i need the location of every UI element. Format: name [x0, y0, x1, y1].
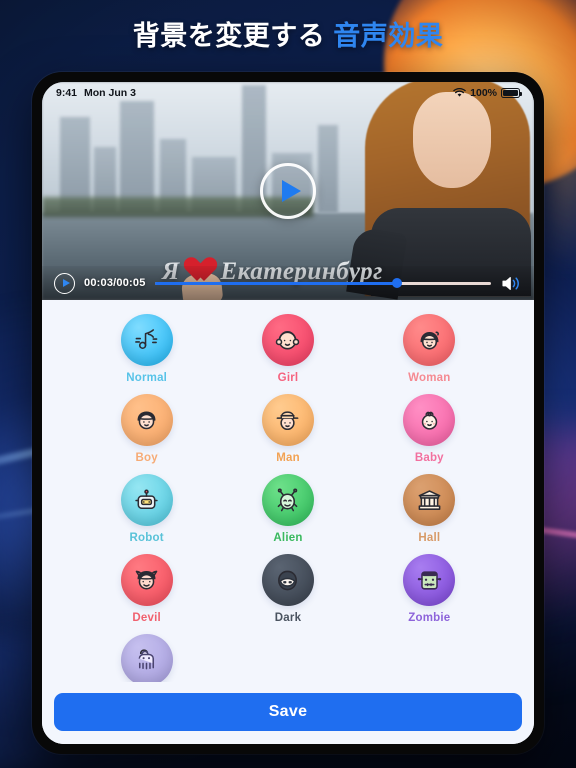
effect-item-baby[interactable]: Baby: [359, 394, 500, 464]
effect-label: Girl: [277, 372, 299, 384]
effect-label: Hall: [418, 532, 441, 544]
man-hat-icon[interactable]: [261, 394, 314, 446]
save-bar: Save: [42, 682, 534, 744]
effect-label: Normal: [126, 372, 168, 384]
effect-item-alien[interactable]: Alien: [217, 474, 358, 544]
play-icon[interactable]: [54, 272, 75, 294]
status-bar-left: 9:41 Mon Jun 3: [56, 87, 136, 99]
effect-label: Zombie: [408, 612, 451, 624]
video-time-label: 00:03/00:05: [84, 277, 146, 289]
effect-item-man[interactable]: Man: [217, 394, 358, 464]
effect-item-woman[interactable]: Woman: [359, 314, 500, 384]
battery-full-icon: [501, 88, 522, 98]
effect-label: Dark: [274, 612, 302, 624]
seek-fill: [154, 282, 397, 285]
save-button[interactable]: Save: [54, 693, 522, 731]
effect-item-robot[interactable]: Robot: [76, 474, 217, 544]
effect-label: Alien: [273, 532, 303, 544]
page-title: 背景を変更する 音声効果: [0, 14, 576, 53]
boy-face-icon[interactable]: [120, 394, 173, 446]
effect-label: Woman: [408, 372, 451, 384]
woman-face-icon[interactable]: [403, 314, 456, 366]
status-date: Mon Jun 3: [84, 87, 136, 99]
effect-label: Robot: [129, 532, 164, 544]
effect-item-dark[interactable]: Dark: [217, 554, 358, 624]
girl-face-icon[interactable]: [261, 314, 314, 366]
status-time: 9:41: [56, 87, 78, 99]
devil-face-icon[interactable]: [120, 554, 173, 606]
effect-item-zombie[interactable]: Zombie: [359, 554, 500, 624]
effect-label: Devil: [132, 612, 161, 624]
effect-item-girl[interactable]: Girl: [217, 314, 358, 384]
effect-item-devil[interactable]: Devil: [76, 554, 217, 624]
status-bar-right: 100%: [453, 87, 522, 99]
video-preview[interactable]: Я Екатеринбург 9:41 Mon Jun 3 100%: [42, 82, 534, 300]
device-screen: Я Екатеринбург 9:41 Mon Jun 3 100%: [42, 82, 534, 744]
video-building: [120, 100, 154, 213]
wifi-icon: [453, 88, 466, 97]
play-triangle: [281, 180, 301, 202]
voice-effects-panel: Normal Girl Woman Boy Man Baby Robot Ali…: [42, 300, 534, 744]
play-icon[interactable]: [260, 163, 316, 219]
play-triangle-small: [62, 279, 70, 287]
video-controls-bar: 00:03/00:05: [42, 266, 534, 300]
effect-label: Baby: [414, 452, 444, 464]
effect-item-boy[interactable]: Boy: [76, 394, 217, 464]
effect-item-hall[interactable]: Hall: [359, 474, 500, 544]
page-title-main: 背景を変更する: [132, 21, 326, 51]
hall-building-icon[interactable]: [403, 474, 456, 526]
music-note-icon[interactable]: [120, 314, 173, 366]
alien-icon[interactable]: [261, 474, 314, 526]
effect-item-normal[interactable]: Normal: [76, 314, 217, 384]
page-title-accent: 音声効果: [333, 21, 444, 51]
speaker-icon[interactable]: [500, 275, 522, 292]
ninja-face-icon[interactable]: [261, 554, 314, 606]
effect-label: Boy: [135, 452, 158, 464]
seek-slider[interactable]: [154, 276, 491, 290]
subject-face: [413, 92, 491, 188]
effect-label: Man: [276, 452, 300, 464]
seek-knob[interactable]: [391, 278, 402, 288]
tablet-device-frame: Я Екатеринбург 9:41 Mon Jun 3 100%: [32, 72, 544, 754]
battery-percent-label: 100%: [470, 87, 497, 99]
zombie-face-icon[interactable]: [403, 554, 456, 606]
video-building: [318, 124, 338, 213]
voice-effects-grid: Normal Girl Woman Boy Man Baby Robot Ali…: [42, 314, 534, 704]
baby-face-icon[interactable]: [403, 394, 456, 446]
monster-icon[interactable]: [120, 634, 173, 686]
robot-icon[interactable]: [120, 474, 173, 526]
status-bar: 9:41 Mon Jun 3 100%: [42, 82, 534, 104]
